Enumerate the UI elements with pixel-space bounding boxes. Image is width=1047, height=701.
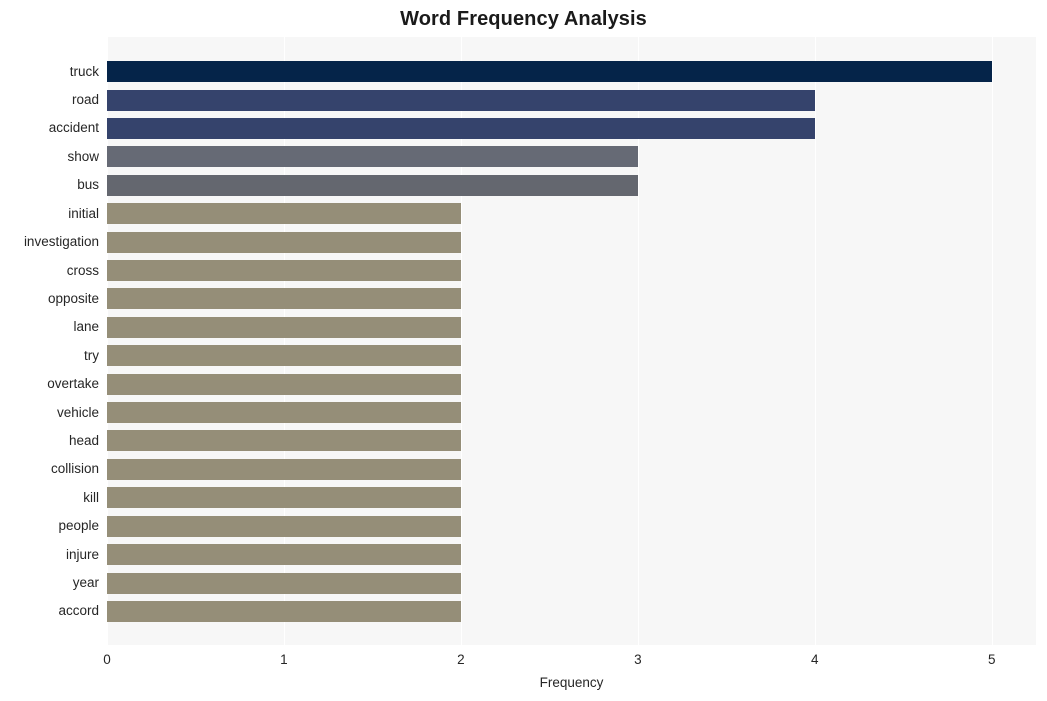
x-axis-tick-label: 3: [634, 652, 642, 667]
y-axis-tick-label: people: [58, 518, 99, 534]
y-axis-tick-label: opposite: [47, 290, 99, 306]
y-axis-tick-label: try: [84, 347, 99, 363]
bar: [107, 174, 638, 196]
bar-row: [107, 228, 1036, 256]
bar: [107, 260, 461, 282]
y-axis-tick-label: cross: [66, 262, 99, 278]
bar: [107, 515, 461, 537]
bar-row: [107, 370, 1036, 398]
bar-row: [107, 200, 1036, 228]
y-axis-tick-label: accident: [48, 120, 99, 136]
bar-row: [107, 597, 1036, 625]
chart-title: Word Frequency Analysis: [400, 8, 647, 30]
bar: [107, 544, 461, 566]
bar: [107, 61, 992, 83]
bar: [107, 373, 461, 395]
bar-row: [107, 57, 1036, 85]
x-axis-tick-label: 0: [103, 652, 111, 667]
y-axis-tick-label: kill: [83, 489, 99, 505]
bar-row: [107, 512, 1036, 540]
bar-row: [107, 484, 1036, 512]
bar: [107, 117, 815, 139]
bar: [107, 430, 461, 452]
y-axis-tick-label: accord: [58, 603, 99, 619]
bar: [107, 89, 815, 111]
y-axis-tick-label: lane: [73, 319, 99, 335]
bar: [107, 487, 461, 509]
y-axis-tick-labels: truck road accident show bus initial investiga…: [0, 37, 99, 645]
y-axis-tick-label: injure: [65, 546, 99, 562]
y-axis-tick-label: head: [68, 433, 99, 448]
plot-area: [107, 37, 1036, 645]
bar: [107, 572, 461, 594]
bar: [107, 600, 461, 622]
x-axis-tick-label: 5: [987, 652, 996, 667]
bar-row: [107, 540, 1036, 568]
bar-row: [107, 427, 1036, 455]
x-axis-tick-label: 2: [457, 652, 465, 667]
bar-row: [107, 86, 1036, 114]
bar: [107, 203, 461, 225]
bar-row: [107, 342, 1036, 370]
y-axis-tick-label: initial: [68, 205, 99, 221]
y-axis-tick-label: vehicle: [56, 404, 99, 420]
bar-row: [107, 114, 1036, 142]
bar-row: [107, 171, 1036, 199]
y-axis-tick-label: show: [67, 148, 99, 164]
y-axis-tick-label: bus: [77, 177, 99, 193]
bar: [107, 345, 461, 367]
y-axis-tick-label: road: [71, 92, 99, 108]
y-axis-tick-label: year: [72, 575, 99, 591]
x-axis-title: Frequency: [539, 675, 604, 690]
bar: [107, 288, 461, 310]
y-axis-tick-label: truck: [69, 63, 99, 79]
y-axis-tick-label: investigation: [23, 234, 99, 250]
bar: [107, 458, 461, 480]
bar-row: [107, 455, 1036, 483]
bar-row: [107, 285, 1036, 313]
bar-row: [107, 313, 1036, 341]
y-axis-tick-label: collision: [50, 461, 99, 477]
x-axis-tick-labels: 0 1 2 3 4 5: [0, 651, 1047, 671]
word-frequency-chart: Word Frequency Analysis truck road acciden…: [0, 0, 1047, 701]
bar: [107, 231, 461, 253]
bar-row: [107, 256, 1036, 284]
bar-row: [107, 569, 1036, 597]
x-axis-tick-label: 1: [280, 652, 288, 667]
x-axis-tick-label: 4: [811, 652, 819, 667]
y-axis-tick-label: overtake: [47, 376, 99, 392]
bar-row: [107, 398, 1036, 426]
bar: [107, 402, 461, 424]
bar-row: [107, 143, 1036, 171]
bar: [107, 146, 638, 168]
bar: [107, 316, 461, 338]
